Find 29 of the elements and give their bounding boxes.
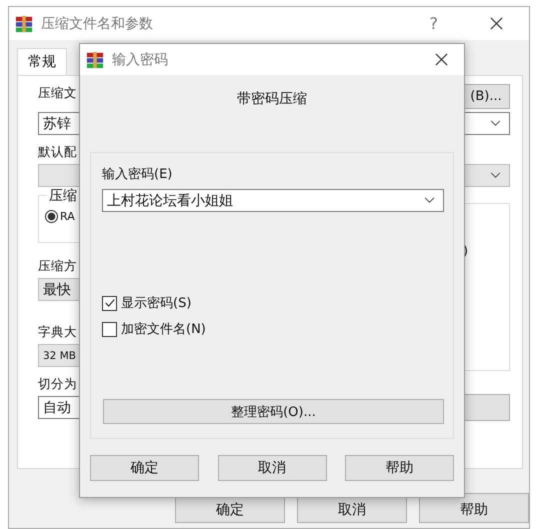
dialog-heading: 带密码压缩 xyxy=(236,90,308,108)
checkbox-option[interactable]: 显示密码(S) xyxy=(102,294,443,312)
books-icon xyxy=(86,50,104,68)
dialog-button[interactable]: 取消 xyxy=(218,455,326,481)
close-icon[interactable] xyxy=(490,17,503,30)
field-label: 压缩方 xyxy=(38,257,77,275)
organize-passwords-button[interactable]: 整理密码(O)... xyxy=(103,399,444,424)
field-label: 输入密码(E) xyxy=(102,166,172,183)
radio-option[interactable]: RA xyxy=(45,210,297,223)
dialog-button[interactable]: 帮助 xyxy=(419,493,529,523)
field-label: 字典大 xyxy=(38,323,77,341)
field-label: 压缩文 xyxy=(38,84,77,102)
tab[interactable]: 常规 xyxy=(17,48,67,75)
password-field[interactable]: 上村花论坛看小姐姐 xyxy=(102,189,444,212)
dialog-button[interactable]: 帮助 xyxy=(345,455,454,481)
window-title: 压缩文件名和参数 xyxy=(41,14,154,32)
books-icon xyxy=(15,14,33,32)
field-label: 切分为 xyxy=(38,375,77,393)
checkbox-option[interactable]: 加密文件名(N) xyxy=(102,320,443,338)
window-title: 输入密码 xyxy=(112,50,169,68)
caret-icon xyxy=(490,172,501,179)
dialog-button[interactable]: 确定 xyxy=(90,455,199,481)
caret-icon xyxy=(424,197,435,204)
caret-icon xyxy=(490,120,501,127)
browse-button[interactable]: (B)... xyxy=(462,84,510,109)
field-label: 默认配 xyxy=(38,143,77,161)
close-icon[interactable] xyxy=(435,53,448,66)
help-button[interactable]: ? xyxy=(430,14,438,33)
group-label: 压缩 xyxy=(47,187,79,205)
